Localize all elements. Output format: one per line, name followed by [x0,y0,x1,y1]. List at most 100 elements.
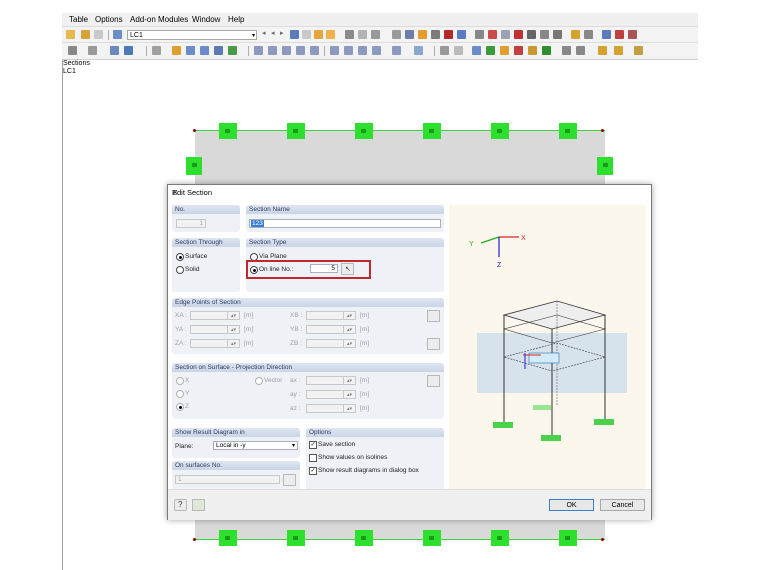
panel-icon[interactable] [94,30,103,39]
tool-icon[interactable] [405,30,414,39]
tool-icon[interactable] [440,46,449,55]
tool-icon[interactable] [634,46,643,55]
tool-icon[interactable] [514,46,523,55]
tool-icon[interactable] [152,46,161,55]
section-name-value: 123 [251,220,264,227]
units-icon[interactable] [192,499,205,511]
tool-icon[interactable] [553,30,562,39]
section-name-field[interactable]: 123 [249,219,441,228]
plane-select[interactable]: Local in -y ▾ [213,441,298,450]
forward-icon[interactable]: ▸ [280,29,284,37]
tool-icon[interactable] [330,46,339,55]
tool-icon[interactable] [514,30,523,39]
tool-icon[interactable] [392,46,401,55]
axis-y-label: Y [469,241,474,248]
tool-icon[interactable] [290,30,299,39]
close-icon[interactable]: ✕ [172,188,645,197]
tool-icon[interactable] [562,46,571,55]
tool-icon[interactable] [200,46,209,55]
tool-icon[interactable] [268,46,277,55]
tool-icon[interactable] [418,30,427,39]
tool-icon[interactable] [314,30,323,39]
prev-icon[interactable]: ◂ [262,29,266,37]
tool-icon[interactable] [110,46,119,55]
solid-radio[interactable] [176,266,184,274]
menu-table[interactable]: Table [69,15,88,24]
show-result-dialog-checkbox[interactable]: ✓ [309,467,317,475]
tool-icon[interactable] [358,30,367,39]
tool-icon[interactable] [302,30,311,39]
tool-icon[interactable] [326,30,335,39]
tool-icon[interactable] [472,46,481,55]
dialog-footer: ? OK Cancel [168,489,651,520]
tool-icon[interactable] [501,30,510,39]
tool-icon[interactable] [542,46,551,55]
tool-icon[interactable] [68,46,77,55]
tool-icon[interactable] [228,46,237,55]
tool-icon[interactable] [628,30,637,39]
tool-icon[interactable] [282,46,291,55]
section-name-header: Section Name [246,205,444,214]
surface-radio[interactable] [176,253,184,261]
tool-icon[interactable] [345,30,354,39]
spinner-icon: ▴▾ [227,326,239,333]
open-icon[interactable] [66,30,75,39]
tool-icon[interactable] [602,30,611,39]
loadcase-select[interactable]: LC1 ▾ [127,30,257,40]
table-icon[interactable] [81,30,90,39]
tool-icon[interactable] [172,46,181,55]
tool-icon[interactable] [310,46,319,55]
toolbar-secondary [62,42,698,60]
ok-button[interactable]: OK [549,499,594,511]
tool-icon[interactable] [444,30,453,39]
zb-field: ▴▾ [306,339,356,348]
menu-options[interactable]: Options [95,15,123,24]
tool-icon[interactable] [500,46,509,55]
tool-icon[interactable] [296,46,305,55]
tool-icon[interactable] [488,30,497,39]
unit-label: [m] [360,391,370,398]
back-icon[interactable]: ◂ [271,29,275,37]
ay-label: ay : [290,391,301,398]
tool-icon[interactable] [454,46,463,55]
tool-icon[interactable] [486,46,495,55]
tool-icon[interactable] [528,46,537,55]
cancel-button[interactable]: Cancel [600,499,645,511]
tool-icon[interactable] [614,46,623,55]
navigator-loadcase[interactable]: LC1 [63,68,183,76]
tool-icon[interactable] [475,30,484,39]
tool-icon[interactable] [584,30,593,39]
loadcase-icon[interactable] [113,30,122,39]
navigator-sections[interactable]: Sections [63,60,183,68]
yb-field: ▴▾ [306,325,356,334]
tool-icon[interactable] [571,30,580,39]
tool-icon[interactable] [358,46,367,55]
tool-icon[interactable] [372,46,381,55]
menu-addon-modules[interactable]: Add-on Modules [130,15,188,24]
menu-help[interactable]: Help [228,15,244,24]
tool-icon[interactable] [254,46,263,55]
tool-icon[interactable] [457,30,466,39]
tool-icon[interactable] [540,30,549,39]
projection-group: Section on Surface - Projection Directio… [172,363,444,419]
show-values-checkbox[interactable] [309,454,317,462]
support-icon [186,157,202,175]
tool-icon[interactable] [431,30,440,39]
tool-icon[interactable] [392,30,401,39]
dialog-titlebar: Edit Section ✕ [168,185,651,199]
tool-icon[interactable] [527,30,536,39]
tool-icon[interactable] [371,30,380,39]
tool-icon[interactable] [576,46,585,55]
tool-icon[interactable] [88,46,97,55]
save-section-checkbox[interactable]: ✓ [309,441,317,449]
edit-section-dialog: Edit Section ✕ No. 1 Section Name 123 Se… [167,184,652,520]
tool-icon[interactable] [344,46,353,55]
tool-icon[interactable] [414,46,423,55]
tool-icon[interactable] [186,46,195,55]
menu-window[interactable]: Window [192,15,220,24]
help-icon[interactable]: ? [174,499,187,511]
tool-icon[interactable] [214,46,223,55]
tool-icon[interactable] [124,46,133,55]
tool-icon[interactable] [598,46,607,55]
tool-icon[interactable] [615,30,624,39]
